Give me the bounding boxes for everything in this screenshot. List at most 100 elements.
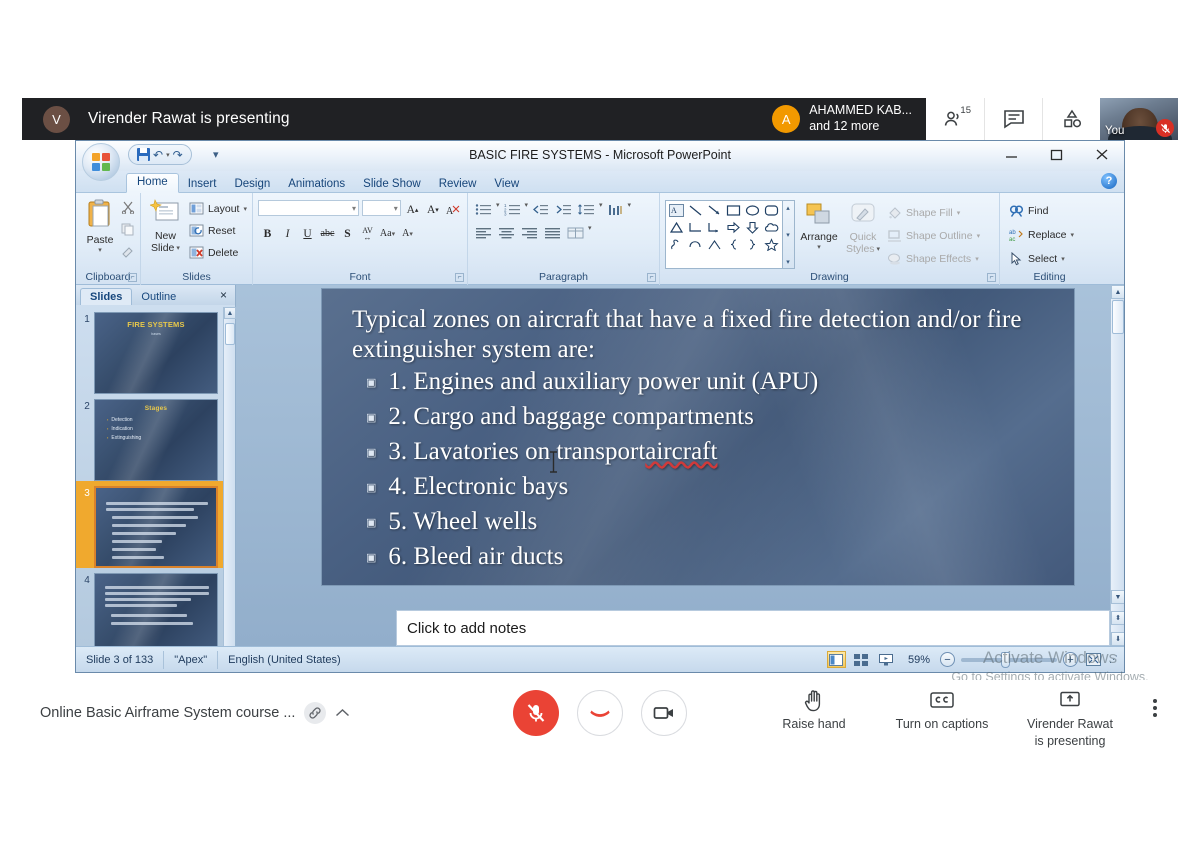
zoom-slider[interactable]: [961, 651, 1057, 668]
font-size-select[interactable]: ▾: [362, 200, 401, 216]
slide-vertical-scrollbar[interactable]: ▲ ▼ ⬍ ⬇: [1110, 285, 1124, 646]
shape-star-icon[interactable]: [762, 236, 781, 253]
zoom-out-button[interactable]: −: [940, 652, 955, 667]
find-button[interactable]: Find: [1009, 201, 1094, 221]
maximize-icon[interactable]: [1034, 141, 1079, 168]
tab-slides[interactable]: Slides: [80, 288, 133, 305]
select-caret-icon[interactable]: ▾: [1061, 255, 1065, 263]
shape-fill-button[interactable]: Shape Fill ▾: [887, 203, 980, 223]
scroll-down-icon[interactable]: ▼: [1111, 590, 1124, 604]
slide-sorter-icon[interactable]: [852, 651, 871, 668]
thumbnail-pane-scrollbar[interactable]: ▲: [223, 307, 236, 646]
shape-scribble-icon[interactable]: [667, 236, 686, 253]
fit-slide-to-window-icon[interactable]: [1084, 651, 1103, 668]
self-video-thumbnail[interactable]: You: [1100, 98, 1178, 140]
numbered-caret-icon[interactable]: ▾: [525, 201, 529, 218]
thumbnail-slide-3[interactable]: 3: [76, 481, 223, 568]
more-options-icon[interactable]: [1138, 688, 1172, 728]
current-slide-canvas[interactable]: Typical zones on aircraft that have a fi…: [322, 289, 1074, 585]
replace-button[interactable]: ab ac Replace ▾: [1009, 225, 1094, 245]
select-button[interactable]: Select ▾: [1009, 249, 1094, 269]
layout-button[interactable]: Layout ▾: [189, 199, 247, 219]
tab-review[interactable]: Review: [430, 176, 486, 194]
align-right-icon[interactable]: [519, 224, 540, 241]
thumbnail-list[interactable]: 1 FIRE SYSTEMS bases 2 Stages ▪ Detectio…: [76, 307, 223, 646]
align-center-icon[interactable]: [496, 224, 517, 241]
format-painter-icon[interactable]: [121, 245, 135, 263]
thumbnail-slide-4[interactable]: 4: [76, 568, 223, 646]
new-slide-caret-icon[interactable]: ▾: [176, 244, 180, 252]
status-language[interactable]: English (United States): [217, 650, 351, 669]
quick-styles-button[interactable]: Quick Styles ▾: [843, 200, 883, 269]
shape-right-brace-icon[interactable]: [743, 236, 762, 253]
italic-icon[interactable]: I: [278, 224, 297, 243]
thumb-scroll-up-icon[interactable]: ▲: [224, 307, 236, 319]
shape-arrow-icon[interactable]: [705, 202, 724, 219]
copy-icon[interactable]: [121, 223, 135, 241]
tab-view[interactable]: View: [485, 176, 528, 194]
tab-slide-show[interactable]: Slide Show: [354, 176, 430, 194]
shape-right-arrow-icon[interactable]: [724, 219, 743, 236]
drawing-dialog-launcher[interactable]: ⌐: [987, 273, 996, 282]
normal-view-icon[interactable]: [826, 651, 846, 668]
text-direction-icon[interactable]: [605, 201, 626, 218]
justify-icon[interactable]: [542, 224, 563, 241]
reset-button[interactable]: Reset: [189, 221, 247, 241]
paragraph-dialog-launcher[interactable]: ⌐: [647, 273, 656, 282]
cut-icon[interactable]: [121, 201, 135, 219]
zoom-in-button[interactable]: +: [1063, 652, 1078, 667]
decrease-indent-icon[interactable]: [530, 201, 551, 218]
zoom-slider-handle[interactable]: [1001, 651, 1010, 668]
office-button-icon[interactable]: [82, 143, 120, 181]
shape-rectangle-icon[interactable]: [724, 202, 743, 219]
layout-caret-icon[interactable]: ▾: [243, 205, 247, 213]
tab-outline[interactable]: Outline: [132, 289, 185, 305]
raise-hand-button[interactable]: Raise hand: [750, 688, 878, 733]
thumbnail-slide-2[interactable]: 2 Stages Detection Indication Extinguish…: [76, 394, 223, 481]
captions-button[interactable]: Turn on captions: [878, 688, 1006, 733]
camera-toggle-button[interactable]: [641, 690, 687, 736]
shape-outline-button[interactable]: Shape Outline ▾: [887, 226, 980, 246]
scroll-thumb[interactable]: [1112, 300, 1124, 334]
shape-triangle-icon[interactable]: [667, 219, 686, 236]
tab-animations[interactable]: Animations: [279, 176, 354, 194]
grow-font-icon[interactable]: A ▴: [404, 200, 421, 219]
columns-caret-icon[interactable]: ▾: [588, 224, 592, 241]
shapes-more-icon[interactable]: ▾: [783, 255, 793, 268]
shape-arc-icon[interactable]: [705, 236, 724, 253]
clear-formatting-icon[interactable]: A: [445, 200, 462, 219]
slide-content[interactable]: Typical zones on aircraft that have a fi…: [352, 305, 1064, 574]
shrink-font-icon[interactable]: A ▾: [424, 200, 441, 219]
line-spacing-caret-icon[interactable]: ▾: [599, 201, 603, 218]
people-icon[interactable]: 15: [926, 98, 984, 140]
bulleted-caret-icon[interactable]: ▾: [496, 201, 500, 218]
new-slide-button[interactable]: New Slide ▾: [146, 197, 185, 263]
numbered-list-icon[interactable]: 123: [502, 201, 523, 218]
strikethrough-icon[interactable]: abc: [318, 224, 337, 243]
end-call-button[interactable]: [577, 690, 623, 736]
notes-pane[interactable]: Click to add notes: [396, 610, 1110, 646]
font-family-select[interactable]: ▾: [258, 200, 360, 216]
change-case-icon[interactable]: Aa ▾: [378, 224, 397, 243]
close-pane-icon[interactable]: ×: [220, 288, 227, 302]
resize-grip-icon[interactable]: ⋰: [1109, 654, 1118, 665]
shapes-scroll-up-icon[interactable]: ▴: [783, 201, 793, 214]
delete-button[interactable]: Delete: [189, 243, 247, 263]
thumb-scroll-thumb[interactable]: [225, 323, 235, 345]
increase-indent-icon[interactable]: [553, 201, 574, 218]
scroll-up-icon[interactable]: ▲: [1111, 285, 1124, 299]
columns-icon[interactable]: [565, 224, 586, 241]
bulleted-list-icon[interactable]: [473, 201, 494, 218]
quick-styles-caret-icon[interactable]: ▾: [877, 245, 881, 253]
paste-button[interactable]: Paste ▾: [81, 197, 119, 263]
shape-elbow-arrow-icon[interactable]: [705, 219, 724, 236]
font-color-icon[interactable]: A ▾: [398, 224, 417, 243]
shape-effects-caret-icon[interactable]: ▾: [975, 255, 979, 263]
shape-curve-icon[interactable]: [686, 236, 705, 253]
shape-outline-caret-icon[interactable]: ▾: [977, 232, 981, 240]
tab-design[interactable]: Design: [225, 176, 279, 194]
zoom-level[interactable]: 59%: [908, 654, 930, 666]
shape-cloud-icon[interactable]: [762, 219, 781, 236]
text-direction-caret-icon[interactable]: ▾: [628, 201, 632, 218]
underline-icon[interactable]: U: [298, 224, 317, 243]
